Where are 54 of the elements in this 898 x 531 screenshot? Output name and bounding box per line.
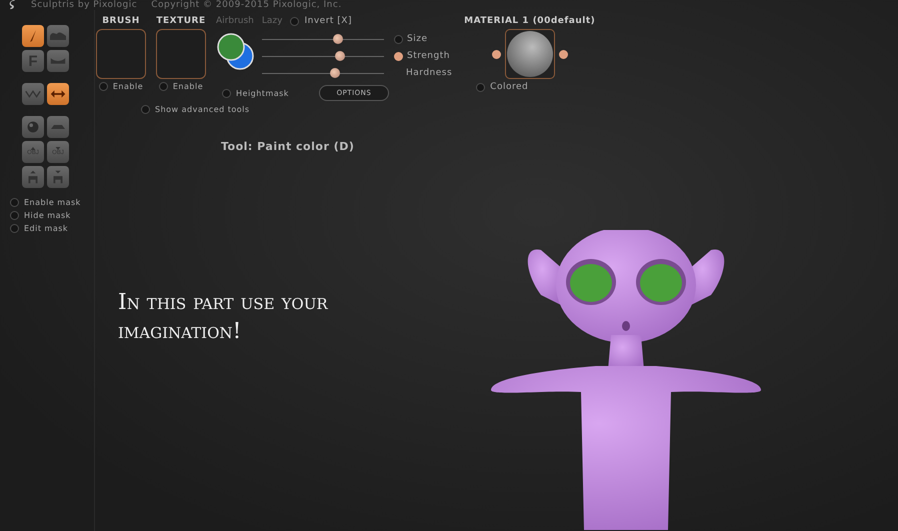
slider-thumb[interactable] — [332, 34, 343, 44]
triangle-icon — [54, 147, 61, 150]
heightmask-label[interactable]: Heightmask — [236, 88, 289, 98]
tool-status-text: Tool: Paint color (D) — [221, 140, 354, 153]
tool-button[interactable] — [22, 166, 44, 188]
mask-option-label[interactable]: Enable mask — [24, 198, 81, 207]
tool-button[interactable] — [47, 50, 69, 72]
mask-option-label[interactable]: Edit mask — [24, 224, 68, 233]
enable-label[interactable]: Enable — [112, 82, 144, 91]
toggle-dot[interactable] — [10, 198, 19, 207]
tool-button[interactable] — [22, 25, 44, 47]
texture-heading: TEXTURE — [156, 16, 206, 26]
toggle-dot[interactable] — [394, 52, 403, 60]
toggle-dot[interactable] — [141, 105, 150, 114]
slider-thumb[interactable] — [330, 68, 340, 78]
invert-label[interactable]: Invert [X] — [304, 16, 352, 26]
color-swatches-icon[interactable] — [216, 32, 256, 72]
tool-button[interactable] — [47, 83, 69, 105]
toggle-dot[interactable] — [222, 88, 231, 98]
tool-button[interactable] — [47, 116, 69, 138]
slider-label: Size — [407, 34, 428, 44]
toggle-dot[interactable] — [10, 211, 19, 220]
material-heading: MATERIAL 1 (00default) — [464, 16, 596, 26]
brush-well[interactable] — [96, 29, 146, 79]
toggle-dot[interactable] — [476, 82, 486, 92]
advanced-tools-label[interactable]: Show advanced tools — [155, 105, 250, 114]
tool-button[interactable] — [47, 166, 69, 188]
toggle-dot[interactable] — [98, 82, 108, 91]
brush-icon — [30, 30, 36, 42]
slider-label: Strength — [407, 51, 450, 61]
triangle-icon — [30, 147, 36, 150]
plane-icon — [51, 125, 65, 129]
arrow-dot-icon[interactable] — [558, 50, 568, 58]
colored-label[interactable]: Colored — [490, 82, 528, 92]
app-title: Sculptris by Pixologic — [31, 0, 138, 10]
tool-button[interactable] — [47, 25, 69, 47]
enable-label[interactable]: Enable — [172, 82, 204, 91]
slider-thumb[interactable] — [335, 50, 346, 60]
overlay-caption: In this part use your imagination! — [118, 289, 329, 346]
bump-icon — [50, 32, 66, 40]
material-preview[interactable] — [504, 29, 555, 79]
mask-option-label[interactable]: Hide mask — [24, 211, 71, 220]
texture-well[interactable] — [156, 29, 206, 79]
logo-icon — [8, 0, 17, 10]
slider-label: Hardness — [406, 68, 452, 78]
toggle-dot[interactable] — [10, 224, 19, 233]
brush-heading: BRUSH — [102, 16, 140, 26]
arrow-dot-icon[interactable] — [492, 50, 501, 58]
toggle-dot[interactable] — [158, 82, 168, 91]
tool-button[interactable] — [22, 116, 44, 138]
tool-button[interactable] — [22, 83, 44, 105]
copyright-text: Copyright © 2009-2015 Pixologic, Inc. — [151, 0, 342, 10]
toggle-dot[interactable] — [290, 16, 300, 26]
toggle-dot[interactable] — [394, 34, 403, 44]
